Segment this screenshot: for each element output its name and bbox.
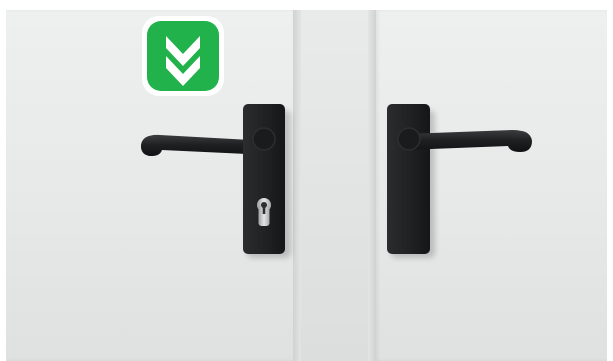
right-handle-plate [387,104,430,254]
door-handles [141,104,532,258]
double-chevron-down-icon[interactable] [140,14,226,98]
right-lever-handle[interactable] [405,130,532,152]
left-lever-rosette [252,127,276,151]
right-lever-rosette [397,127,421,151]
door-photo [0,0,613,361]
left-handle-plate [243,104,285,254]
keyhole-cylinder[interactable] [257,198,271,226]
